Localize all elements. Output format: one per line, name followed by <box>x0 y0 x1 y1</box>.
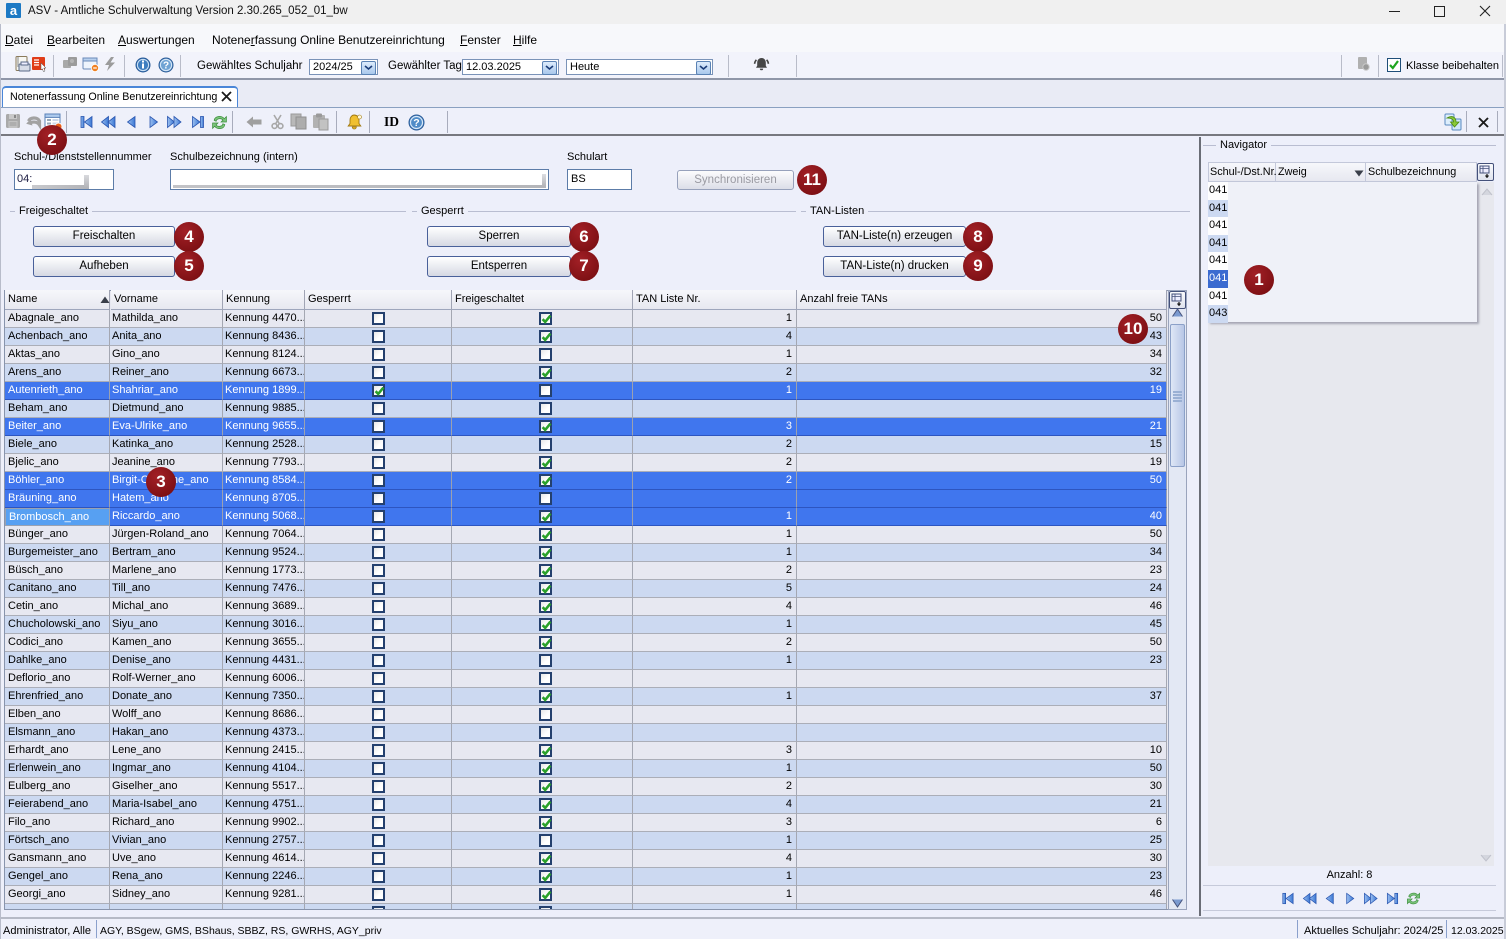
svg-text:?: ? <box>413 117 419 129</box>
svg-text:?: ? <box>163 61 169 72</box>
